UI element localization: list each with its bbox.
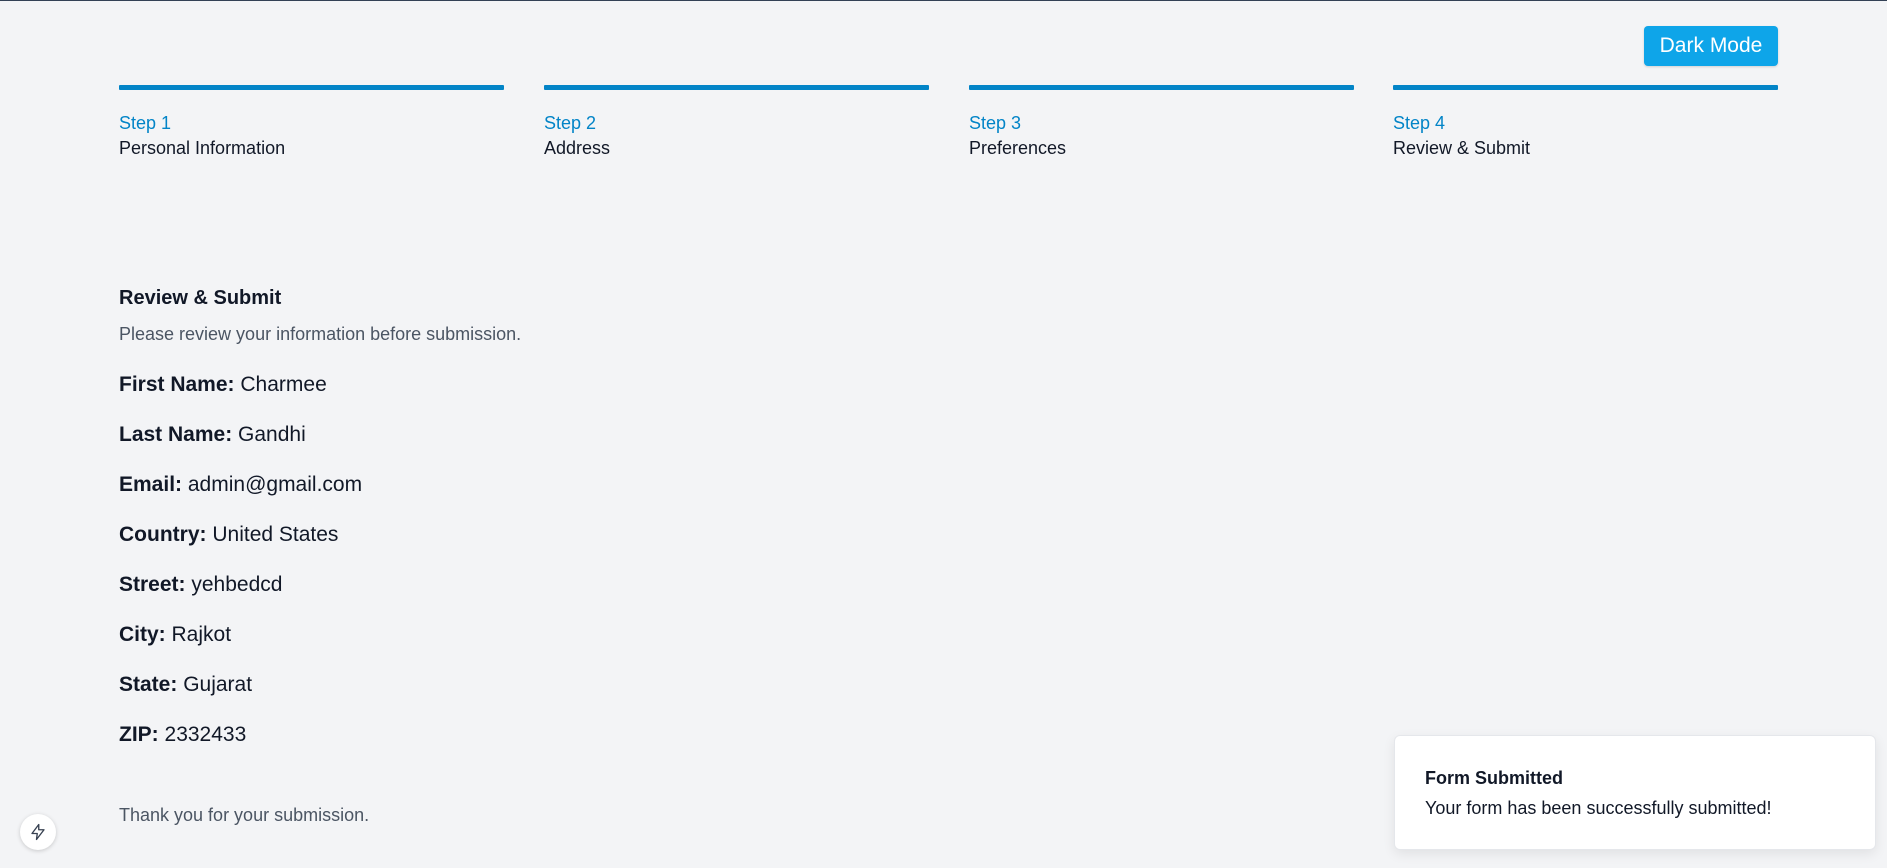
step-number: Step 3	[969, 113, 1022, 133]
step-progress-bar	[969, 85, 1354, 90]
field-last-name: Last Name: Gandhi	[119, 422, 1019, 448]
floating-action-button[interactable]	[20, 814, 56, 850]
field-value: Rajkot	[171, 623, 232, 646]
field-state: State: Gujarat	[119, 672, 1019, 698]
field-value: admin@gmail.com	[187, 473, 363, 496]
step-progress-bar	[119, 85, 504, 90]
field-label: City:	[119, 623, 166, 646]
field-email: Email: admin@gmail.com	[119, 472, 1019, 498]
step-1[interactable]: Step 1 Personal Information	[119, 85, 504, 159]
step-2[interactable]: Step 2 Address	[544, 85, 929, 159]
review-section: Review & Submit Please review your infor…	[119, 284, 1019, 772]
field-country: Country: United States	[119, 522, 1019, 548]
stepper: Step 1 Personal Information Step 2 Addre…	[119, 85, 1778, 165]
toast-message: Your form has been successfully submitte…	[1425, 798, 1772, 818]
field-label: Street:	[119, 573, 186, 596]
step-3[interactable]: Step 3 Preferences	[969, 85, 1354, 159]
field-label: Email:	[119, 473, 183, 496]
thank-you-message: Thank you for your submission.	[119, 805, 370, 825]
field-zip: ZIP: 2332433	[119, 722, 1019, 748]
field-value: 2332433	[164, 723, 247, 746]
field-value: Charmee	[240, 373, 327, 396]
field-value: Gujarat	[183, 673, 253, 696]
field-value: Gandhi	[238, 423, 306, 446]
field-label: ZIP:	[119, 723, 159, 746]
step-number: Step 4	[1393, 113, 1446, 133]
step-name: Review & Submit	[1393, 138, 1531, 158]
step-name: Address	[544, 138, 611, 158]
field-label: Last Name:	[119, 423, 233, 446]
field-value: United States	[212, 523, 339, 546]
step-progress-bar	[1393, 85, 1778, 90]
step-number: Step 2	[544, 113, 597, 133]
toast-title: Form Submitted	[1425, 768, 1563, 788]
field-label: Country:	[119, 523, 207, 546]
field-label: State:	[119, 673, 178, 696]
review-title: Review & Submit	[119, 287, 282, 309]
review-description: Please review your information before su…	[119, 324, 522, 344]
review-fields: First Name: Charmee Last Name: Gandhi Em…	[119, 372, 1019, 748]
step-name: Preferences	[969, 138, 1067, 158]
field-label: First Name:	[119, 373, 235, 396]
field-street: Street: yehbedcd	[119, 572, 1019, 598]
step-progress-bar	[544, 85, 929, 90]
field-first-name: First Name: Charmee	[119, 372, 1019, 398]
step-name: Personal Information	[119, 138, 286, 158]
step-number: Step 1	[119, 113, 172, 133]
field-city: City: Rajkot	[119, 622, 1019, 648]
toast-notification[interactable]: Form Submitted Your form has been succes…	[1394, 735, 1876, 850]
lightning-bolt-icon	[31, 823, 45, 841]
step-4[interactable]: Step 4 Review & Submit	[1393, 85, 1778, 159]
dark-mode-button[interactable]: Dark Mode	[1644, 26, 1778, 66]
field-value: yehbedcd	[191, 573, 283, 596]
